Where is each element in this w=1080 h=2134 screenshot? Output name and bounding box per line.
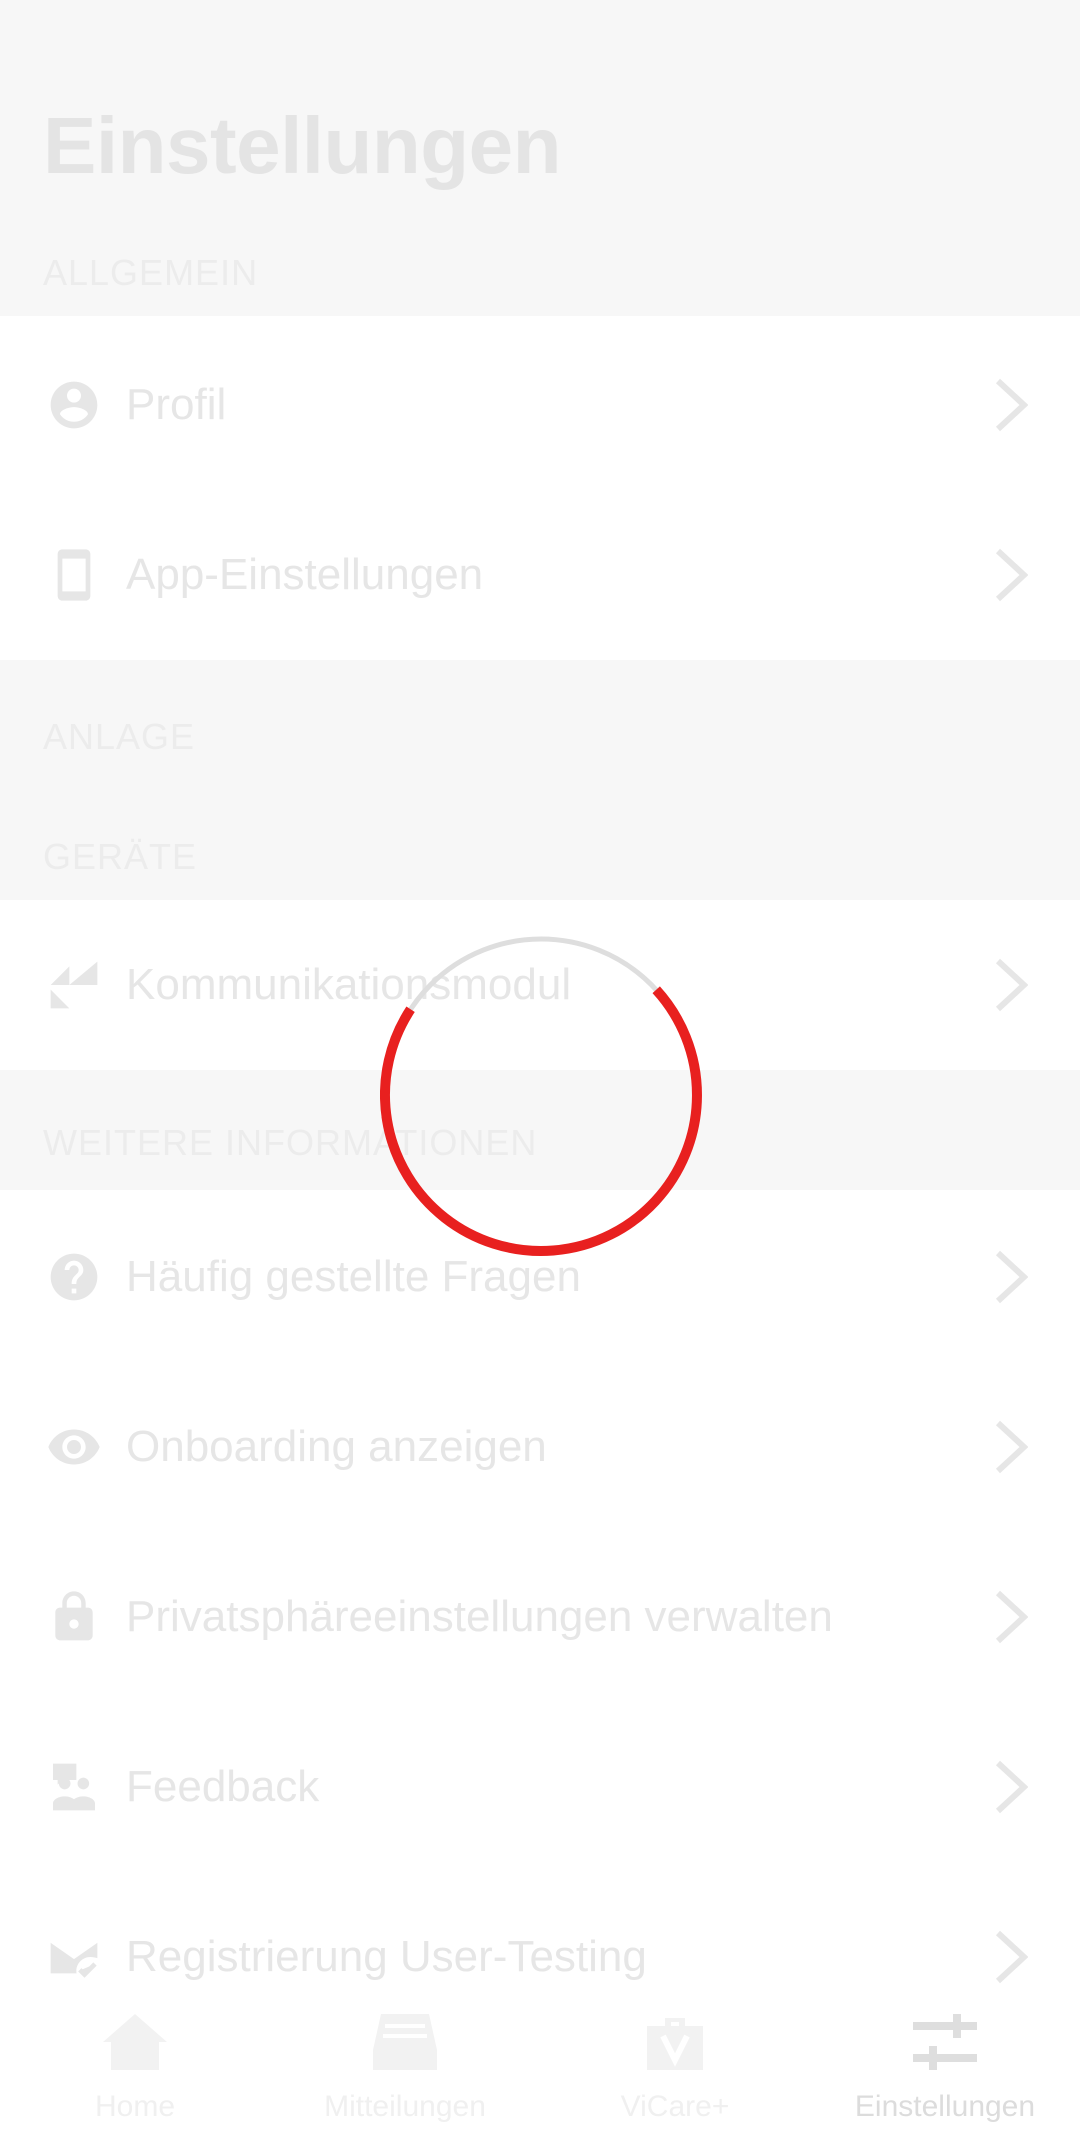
smartphone-icon — [57, 549, 91, 601]
section-label-geraete: GERÄTE — [43, 836, 198, 877]
home-icon — [103, 2014, 167, 2070]
chevron-right-icon — [995, 958, 1028, 1012]
section-anlage-geraete: ANLAGE GERÄTE — [0, 660, 1080, 900]
bottom-navigation: Home Mitteilungen ViCare+ Einstellungen — [0, 1990, 1080, 2134]
vicare-bag-icon — [647, 2018, 703, 2070]
nav-tab-einstellungen[interactable]: Einstellungen — [810, 1990, 1080, 2134]
sliders-icon — [913, 2014, 977, 2070]
loading-spinner — [380, 936, 702, 1256]
chevron-right-icon — [995, 1250, 1028, 1304]
settings-item-feedback[interactable]: Feedback — [0, 1702, 1080, 1872]
section-label-anlage: ANLAGE — [43, 716, 196, 757]
settings-screen: Einstellungen ALLGEMEIN Profil App-Einst… — [0, 0, 1080, 2134]
help-circle-icon — [50, 1253, 98, 1301]
inbox-icon — [373, 2014, 437, 2070]
eye-icon — [48, 1429, 100, 1465]
nav-tab-vicare-plus[interactable]: ViCare+ — [540, 1990, 810, 2134]
nav-label: Home — [94, 2090, 176, 2123]
settings-item-label: App-Einstellungen — [126, 550, 484, 599]
nav-label: ViCare+ — [620, 2090, 730, 2123]
mail-check-icon — [49, 1939, 99, 1978]
chevron-right-icon — [995, 1590, 1028, 1644]
feedback-icon — [53, 1763, 95, 1811]
nav-tab-mitteilungen[interactable]: Mitteilungen — [270, 1990, 540, 2134]
chevron-right-icon — [995, 1760, 1028, 1814]
settings-item-label: Häufig gestellte Fragen — [126, 1252, 581, 1301]
lock-icon — [55, 1591, 93, 1641]
chevron-right-icon — [995, 1930, 1028, 1984]
settings-item-label: Feedback — [126, 1762, 320, 1811]
settings-item-label: Onboarding anzeigen — [126, 1422, 547, 1471]
page-title: Einstellungen — [43, 101, 562, 190]
chevron-right-icon — [995, 378, 1028, 432]
nav-tab-home[interactable]: Home — [0, 1990, 270, 2134]
account-circle-icon — [50, 381, 98, 429]
section-label-allgemein: ALLGEMEIN — [43, 252, 259, 293]
settings-item-privacy[interactable]: Privatsphäreeinstellungen verwalten — [0, 1532, 1080, 1702]
settings-item-label: Privatsphäreeinstellungen verwalten — [126, 1592, 833, 1641]
chevron-right-icon — [995, 548, 1028, 602]
header: Einstellungen ALLGEMEIN — [0, 0, 1080, 316]
settings-item-label: Registrierung User-Testing — [126, 1932, 647, 1981]
nav-label: Mitteilungen — [324, 2090, 486, 2123]
communication-module-icon — [50, 961, 98, 1009]
chevron-right-icon — [995, 1420, 1028, 1474]
settings-item-onboarding[interactable]: Onboarding anzeigen — [0, 1362, 1080, 1532]
settings-item-profil[interactable]: Profil — [0, 320, 1080, 490]
settings-item-app-einstellungen[interactable]: App-Einstellungen — [0, 490, 1080, 660]
settings-item-label: Profil — [126, 380, 227, 429]
nav-label: Einstellungen — [854, 2090, 1036, 2123]
